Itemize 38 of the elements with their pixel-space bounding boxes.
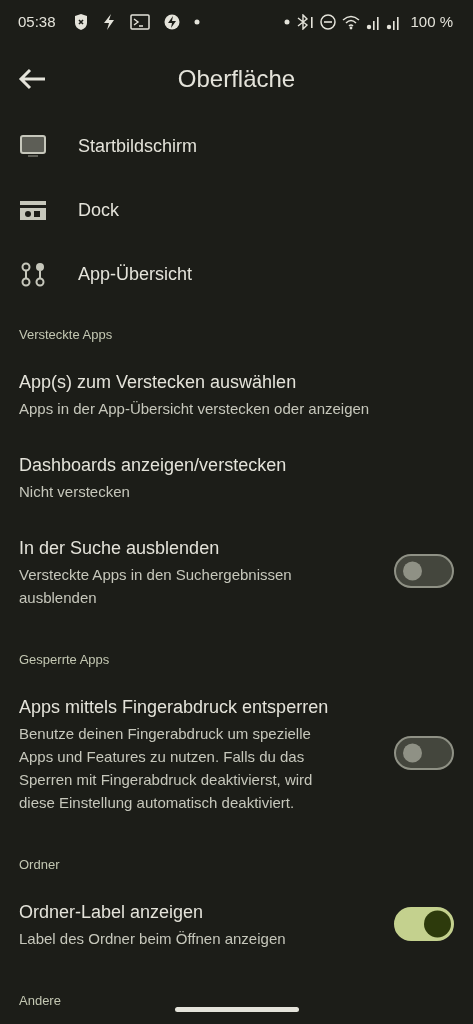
page-title: Oberfläche: [177, 64, 296, 94]
setting-title[interactable]: Apps mittels Fingerabdruck entsperren: [19, 692, 341, 722]
toggle-switch[interactable]: [394, 736, 454, 770]
shield-icon: [73, 14, 88, 30]
setting-description: Label des Ordner beim Öffnen anzeigen: [19, 929, 287, 949]
setting-description: Apps in der App-Übersicht verstecken oder anzeigen: [19, 399, 371, 419]
setting-title[interactable]: Dashboards anzeigen/verstecken: [19, 450, 454, 480]
setting-description: Benutze deinen Fingerabdruck um spezielle Apps und Features zu nutzen. Falls du das Sperren mit Fingerabdruck deaktivierst, wird diese Einstellung automatisch deaktiviert.: [19, 724, 314, 813]
bluetooth-icon: [296, 14, 315, 30]
menu-item[interactable]: Startbildschirm: [78, 132, 198, 160]
setting-description: Nicht verstecken: [19, 482, 131, 502]
wifi-icon: [342, 14, 361, 30]
node-graph-icon: [20, 261, 45, 287]
toggle-switch[interactable]: [394, 906, 454, 941]
menu-item[interactable]: App-Übersicht: [78, 260, 193, 288]
signal-icon: [386, 14, 401, 30]
setting-title[interactable]: App(s) zum Verstecken auswählen: [19, 367, 454, 397]
section-header: Andere: [19, 992, 61, 1010]
bolt-icon: [101, 14, 116, 30]
section-header: Gesperrte Apps: [19, 651, 110, 669]
setting-title[interactable]: Ordner-Label anzeigen: [19, 897, 341, 927]
dock-icon: [19, 200, 46, 220]
do-not-disturb-icon: [320, 14, 337, 30]
terminal-icon: [129, 14, 150, 30]
bolt-circle-icon: [163, 14, 180, 30]
signal-icon: [366, 14, 381, 30]
toggle-switch[interactable]: [394, 554, 454, 588]
menu-item[interactable]: Dock: [78, 196, 119, 224]
dot-icon: [284, 19, 291, 25]
setting-title[interactable]: In der Suche ausblenden: [19, 533, 341, 563]
back-icon[interactable]: [18, 68, 46, 90]
section-header: Versteckte Apps: [19, 326, 113, 344]
battery-level: 100 %: [410, 11, 453, 32]
dot-icon: [193, 19, 200, 25]
setting-description: Versteckte Apps in den Suchergebnissen ausblenden: [19, 565, 293, 608]
monitor-icon: [19, 135, 46, 157]
clock-time: 05:38: [18, 11, 56, 32]
section-header: Ordner: [19, 856, 60, 874]
